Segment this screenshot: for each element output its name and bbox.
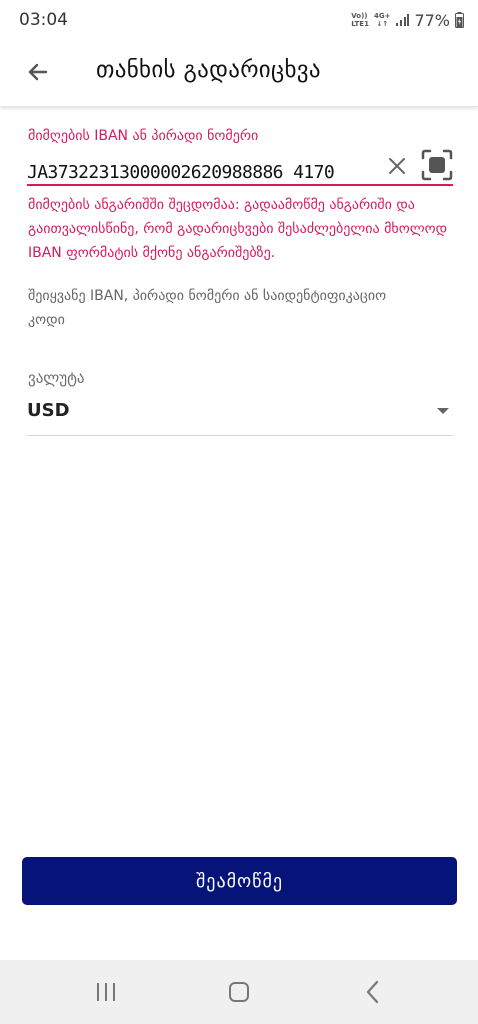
status-icons: Vo)) LTE1 4G+ ↓↑ 77%: [351, 9, 464, 31]
home-icon: [229, 982, 249, 1002]
nav-back-button[interactable]: [353, 976, 393, 1008]
recipient-field-label: მიმღების IBAN ან პირადი ნომერი: [28, 128, 259, 144]
close-icon: [389, 158, 405, 174]
app-header: თანხის გადარიცხვა: [0, 42, 478, 107]
dropdown-arrow-icon: [437, 408, 449, 414]
recipient-iban-input[interactable]: [27, 158, 387, 186]
clear-button[interactable]: [383, 152, 411, 180]
network-arrows: ↓↑: [376, 20, 389, 28]
arrow-left-icon: [28, 63, 48, 81]
signal-icon: [396, 14, 410, 26]
recents-button[interactable]: [86, 976, 126, 1008]
recipient-error-message: მიმღების ანგარიშში შეცდომაა: გადაამოწმე …: [28, 197, 448, 261]
currency-value: USD: [27, 400, 70, 421]
volte-bottom: LTE1: [351, 20, 369, 28]
currency-underline: [27, 435, 453, 436]
check-button[interactable]: შეამოწმე: [22, 857, 457, 905]
page-title: თანხის გადარიცხვა: [96, 57, 321, 83]
home-button[interactable]: [219, 976, 259, 1008]
recents-icon: [97, 983, 115, 1001]
network-type: 4G+: [373, 12, 391, 20]
system-nav-bar: [0, 960, 478, 1024]
volte-top: Vo)): [351, 12, 368, 20]
status-bar: 03:04 Vo)) LTE1 4G+ ↓↑ 77%: [0, 0, 478, 42]
volte-icon: Vo)) LTE1: [351, 12, 369, 28]
battery-icon: [455, 12, 464, 28]
nav-back-icon: [366, 980, 379, 1004]
transfer-screen: 03:04 Vo)) LTE1 4G+ ↓↑ 77% თანხის გადარი…: [0, 0, 478, 1024]
status-time: 03:04: [19, 10, 68, 30]
currency-select[interactable]: USD: [27, 394, 453, 436]
network-type-icon: 4G+ ↓↑: [374, 12, 390, 28]
scan-button[interactable]: [420, 148, 454, 182]
scan-icon: [421, 149, 453, 181]
recipient-helper-text: შეიყვანე IBAN, პირადი ნომერი ან საიდენტი…: [28, 288, 387, 328]
currency-label: ვალუტა: [28, 369, 85, 387]
back-button[interactable]: [20, 54, 56, 90]
recipient-field-underline: [27, 184, 453, 186]
battery-percent: 77%: [414, 10, 450, 30]
